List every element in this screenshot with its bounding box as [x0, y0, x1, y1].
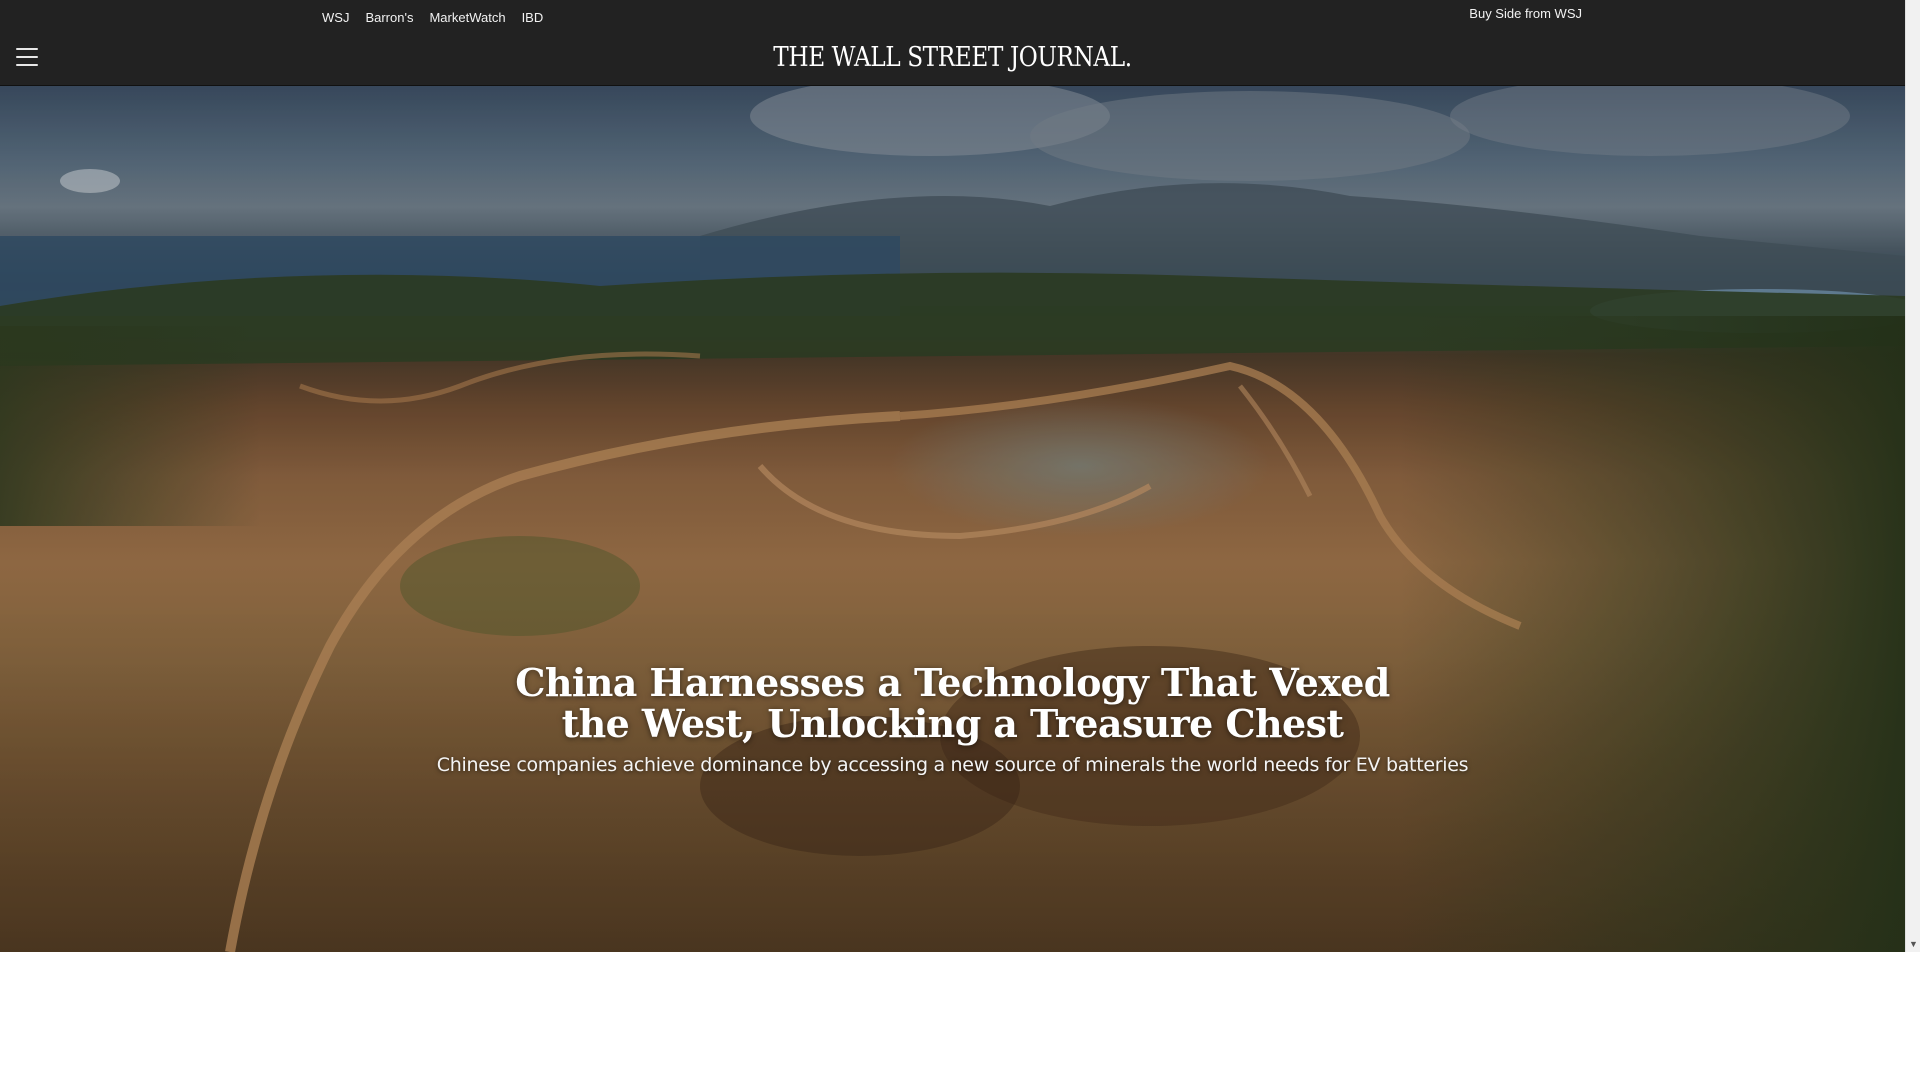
- menu-line: [16, 56, 38, 58]
- hamburger-menu-icon[interactable]: [16, 48, 38, 66]
- buy-side-link[interactable]: Buy Side from WSJ: [1469, 6, 1582, 21]
- article-dek: Chinese companies achieve dominance by a…: [436, 754, 1469, 776]
- network-nav: WSJ Barron's MarketWatch IBD: [322, 8, 543, 26]
- hero-text-block: China Harnesses a Technology That Vexed …: [0, 662, 1905, 776]
- scroll-down-arrow-icon[interactable]: ▼: [1906, 938, 1920, 950]
- menu-line: [16, 48, 38, 50]
- nav-link-barrons[interactable]: Barron's: [365, 10, 413, 25]
- article-headline[interactable]: China Harnesses a Technology That Vexed …: [503, 662, 1403, 744]
- hero-aerial-mine-image: [0, 86, 1905, 952]
- masthead-logo[interactable]: THE WALL STREET JOURNAL.: [133, 42, 1771, 73]
- top-header: WSJ Barron's MarketWatch IBD Buy Side fr…: [0, 0, 1905, 86]
- nav-link-ibd[interactable]: IBD: [522, 10, 544, 25]
- nav-link-wsj[interactable]: WSJ: [322, 10, 349, 25]
- page-scrollbar[interactable]: ▼: [1905, 0, 1920, 952]
- menu-line: [16, 64, 38, 66]
- nav-link-marketwatch[interactable]: MarketWatch: [429, 10, 505, 25]
- hero-section: China Harnesses a Technology That Vexed …: [0, 86, 1905, 952]
